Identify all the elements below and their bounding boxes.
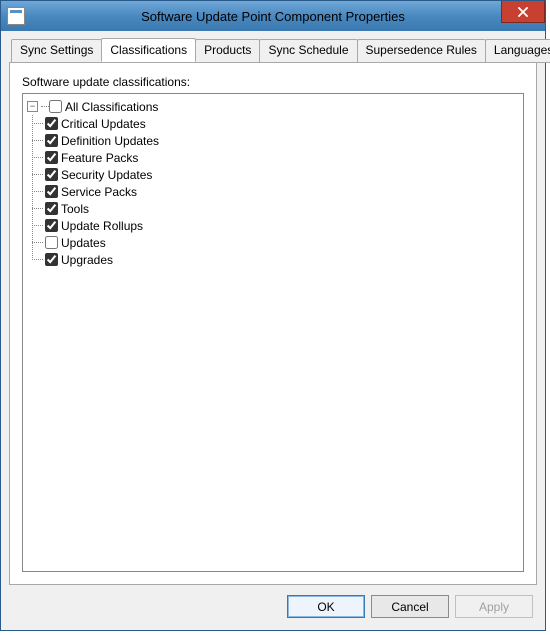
tab-supersedence-rules[interactable]: Supersedence Rules	[357, 39, 486, 63]
close-button[interactable]	[501, 1, 545, 23]
tab-label: Sync Schedule	[268, 43, 348, 57]
tab-label: Sync Settings	[20, 43, 93, 57]
classifications-tree[interactable]: − All Classifications Critical Updates De…	[22, 93, 524, 572]
tab-languages[interactable]: Languages	[485, 39, 550, 63]
tab-label: Supersedence Rules	[366, 43, 477, 57]
tree-node-label: All Classifications	[65, 100, 158, 114]
tab-label: Products	[204, 43, 251, 57]
tree-connector	[41, 106, 49, 108]
tab-sync-settings[interactable]: Sync Settings	[11, 39, 102, 63]
tree-node-label: Tools	[61, 202, 89, 216]
tree-node-label: Upgrades	[61, 253, 113, 267]
checkbox-classification[interactable]	[45, 168, 58, 181]
client-area: Sync Settings Classifications Products S…	[1, 31, 545, 630]
button-bar: OK Cancel Apply	[9, 585, 537, 622]
checkbox-classification[interactable]	[45, 253, 58, 266]
tab-strip: Sync Settings Classifications Products S…	[9, 39, 537, 63]
tab-classifications[interactable]: Classifications	[101, 38, 196, 62]
tree-node[interactable]: Feature Packs	[45, 149, 519, 166]
tree-node[interactable]: Tools	[45, 200, 519, 217]
checkbox-classification[interactable]	[45, 185, 58, 198]
cancel-button[interactable]: Cancel	[371, 595, 449, 618]
tree-node-label: Updates	[61, 236, 106, 250]
tab-label: Classifications	[110, 43, 187, 57]
tree-node-label: Critical Updates	[61, 117, 146, 131]
checkbox-classification[interactable]	[45, 134, 58, 147]
tab-sync-schedule[interactable]: Sync Schedule	[259, 39, 357, 63]
tree-node-label: Service Packs	[61, 185, 137, 199]
section-label: Software update classifications:	[22, 75, 524, 89]
tab-panel-classifications: Software update classifications: − All C…	[9, 62, 537, 585]
tree-node[interactable]: Security Updates	[45, 166, 519, 183]
tree-node-label: Update Rollups	[61, 219, 143, 233]
close-icon	[518, 7, 528, 17]
tree-node-label: Definition Updates	[61, 134, 159, 148]
checkbox-classification[interactable]	[45, 236, 58, 249]
tree-node-label: Security Updates	[61, 168, 152, 182]
checkbox-classification[interactable]	[45, 151, 58, 164]
system-menu-icon[interactable]	[7, 7, 25, 25]
tree-node[interactable]: Updates	[45, 234, 519, 251]
tab-products[interactable]: Products	[195, 39, 260, 63]
tree-node[interactable]: Definition Updates	[45, 132, 519, 149]
tree-node-root[interactable]: − All Classifications	[27, 98, 519, 115]
checkbox-all-classifications[interactable]	[49, 100, 62, 113]
apply-button[interactable]: Apply	[455, 595, 533, 618]
checkbox-classification[interactable]	[45, 219, 58, 232]
ok-button[interactable]: OK	[287, 595, 365, 618]
dialog-window: Software Update Point Component Properti…	[0, 0, 546, 631]
tab-label: Languages	[494, 43, 550, 57]
titlebar[interactable]: Software Update Point Component Properti…	[1, 1, 545, 31]
checkbox-classification[interactable]	[45, 117, 58, 130]
tree-node[interactable]: Upgrades	[45, 251, 519, 268]
expand-collapse-icon[interactable]: −	[27, 101, 38, 112]
tree-node[interactable]: Critical Updates	[45, 115, 519, 132]
tree-node[interactable]: Update Rollups	[45, 217, 519, 234]
checkbox-classification[interactable]	[45, 202, 58, 215]
window-title: Software Update Point Component Properti…	[31, 9, 545, 24]
tree-node-label: Feature Packs	[61, 151, 138, 165]
tree-node[interactable]: Service Packs	[45, 183, 519, 200]
